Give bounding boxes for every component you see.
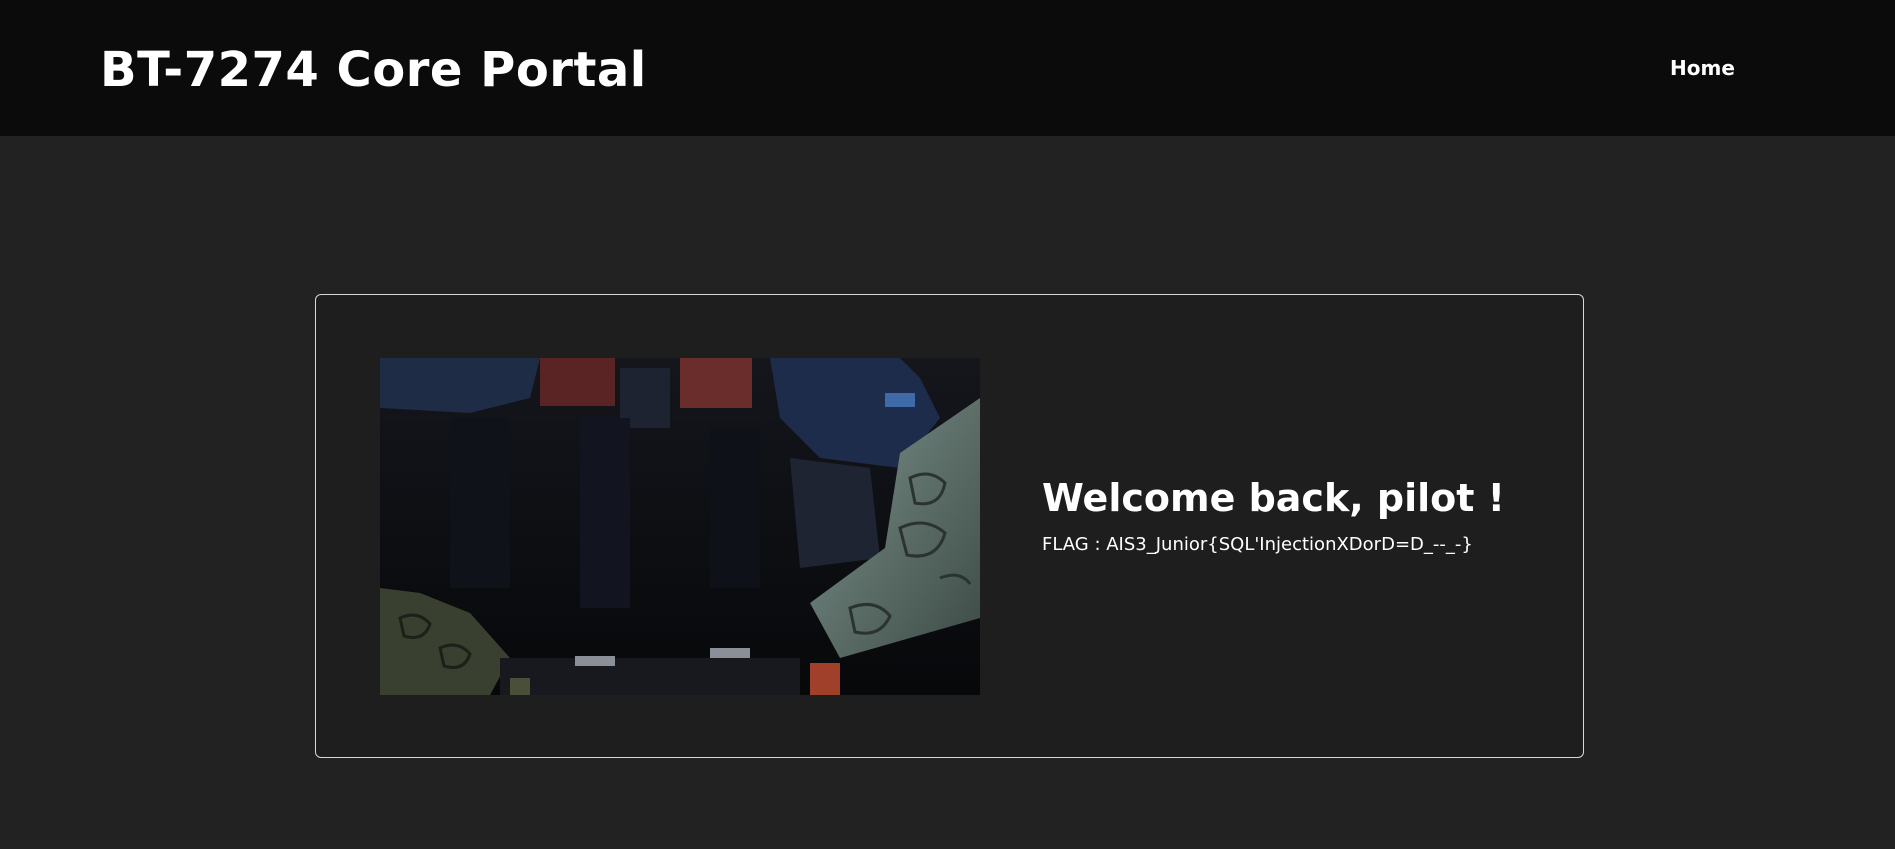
mecha-cockpit-image — [380, 358, 980, 695]
nav-home-link[interactable]: Home — [1670, 56, 1735, 80]
site-header: BT-7274 Core Portal Home — [0, 0, 1895, 136]
welcome-heading: Welcome back, pilot ! — [1042, 476, 1505, 520]
welcome-block: Welcome back, pilot ! FLAG : AIS3_Junior… — [1042, 475, 1562, 557]
welcome-card: Welcome back, pilot ! FLAG : AIS3_Junior… — [315, 294, 1584, 758]
site-title: BT-7274 Core Portal — [100, 42, 647, 98]
flag-text: FLAG : AIS3_Junior{SQL'InjectionXDorD=D_… — [1042, 534, 1473, 555]
